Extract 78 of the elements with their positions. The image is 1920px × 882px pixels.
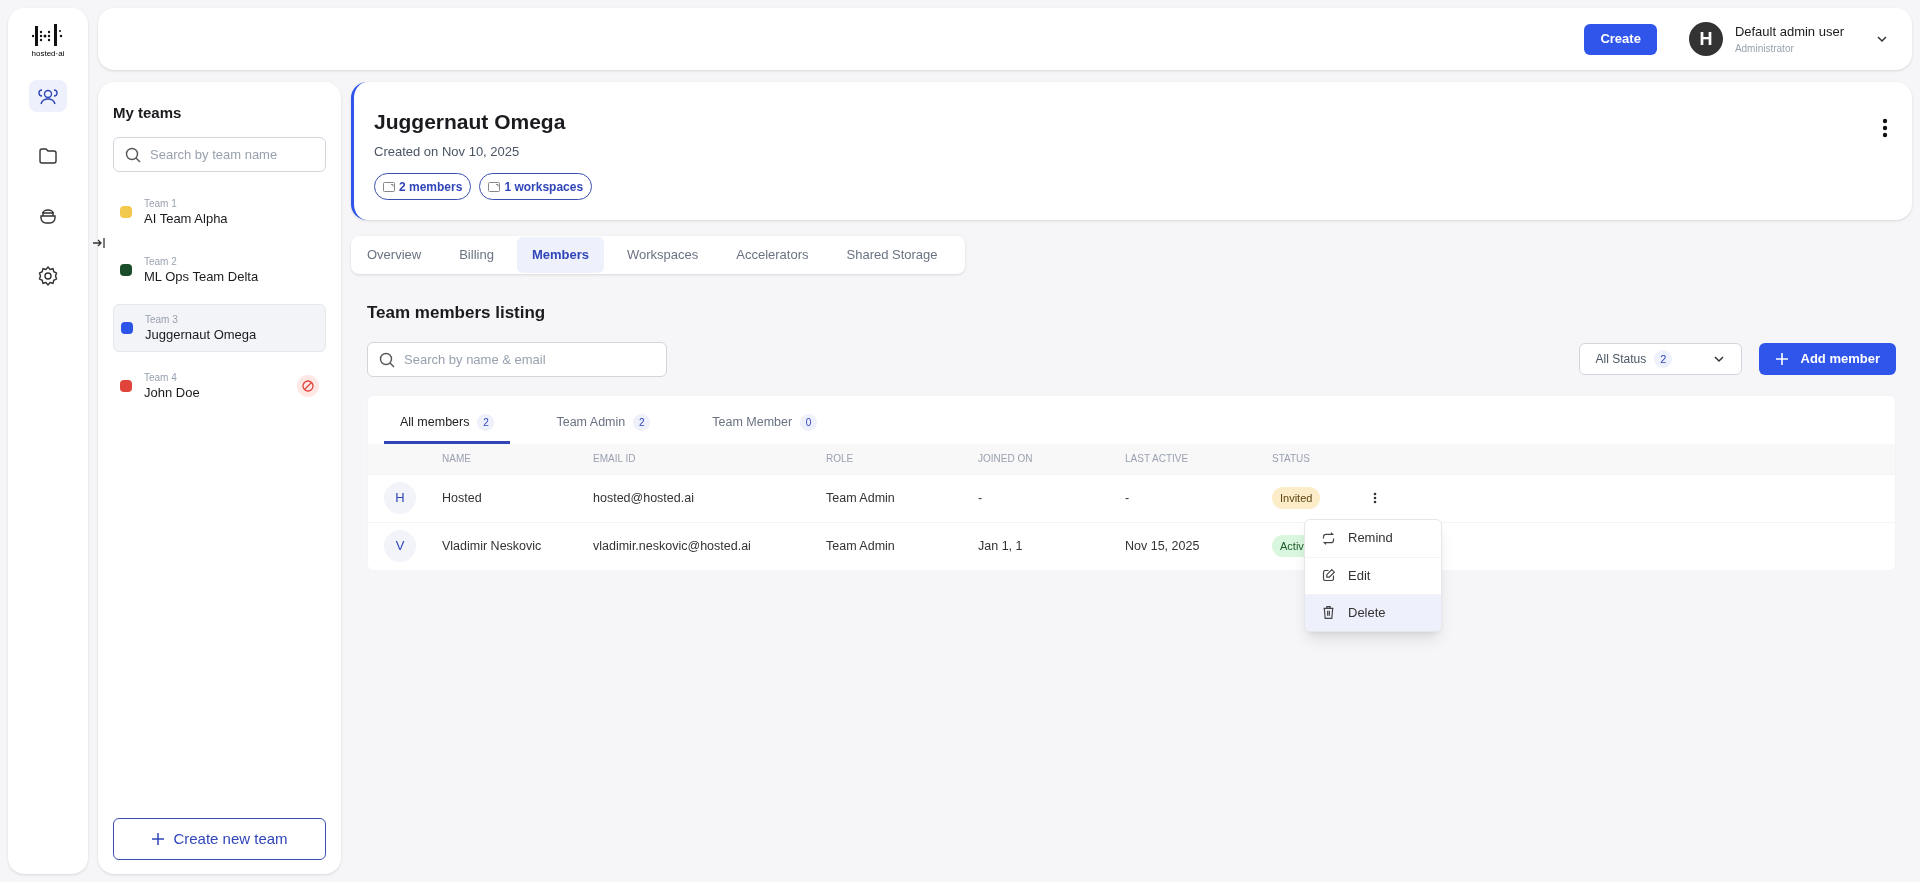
column-header: LAST ACTIVE	[1125, 452, 1190, 466]
create-team-button[interactable]: Create new team	[113, 818, 326, 860]
column-header: NAME	[442, 452, 472, 466]
count-badge: 2	[477, 413, 495, 431]
create-button[interactable]: Create	[1584, 23, 1657, 55]
column-header: EMAIL ID	[593, 452, 637, 466]
more-icon[interactable]	[1882, 118, 1888, 138]
user-role: Administrator	[1734, 42, 1795, 57]
table-cell-text: hosted@hosted.ai	[593, 489, 695, 507]
count-badge: 0	[800, 413, 818, 431]
table-cell-text: vladimir.neskovic@hosted.ai	[593, 537, 752, 555]
tab[interactable]: Workspaces	[611, 237, 714, 273]
card-icon	[383, 181, 395, 192]
table-cell-text: Team Admin	[826, 537, 896, 555]
expand-icon[interactable]	[92, 236, 108, 250]
status-badge: Invited	[1272, 486, 1321, 510]
count-badge: 2	[633, 413, 651, 431]
team-label: Team 4	[144, 370, 178, 385]
search-icon	[125, 146, 141, 163]
tab[interactable]: Shared Storage	[831, 237, 953, 273]
logo-text: hosted·ai	[31, 48, 65, 60]
section-title: Team members listing	[367, 302, 547, 324]
team-item[interactable]: Team 3 Juggernaut Omega	[113, 303, 326, 352]
column-header: JOINED ON	[978, 452, 1034, 466]
team-name: AI Team Alpha	[144, 210, 229, 228]
user-avatar: H	[1688, 22, 1723, 56]
tab[interactable]: Members	[516, 237, 604, 273]
chevron-down-icon[interactable]	[1876, 35, 1888, 43]
team-item[interactable]: Team 1 AI Team Alpha	[113, 187, 326, 236]
team-label: Team 1	[144, 196, 178, 211]
table-cell-text: Hosted	[442, 489, 483, 507]
team-name: ML Ops Team Delta	[144, 268, 260, 286]
search-field[interactable]: Search by name & email	[367, 341, 667, 377]
tab[interactable]: Billing	[444, 237, 509, 273]
created-date: Created on Nov 10, 2025	[374, 142, 521, 161]
team-item[interactable]: Team 4 John Doe	[113, 361, 326, 410]
add-member-button[interactable]: Add member	[1758, 343, 1896, 375]
more-icon[interactable]	[1373, 492, 1377, 504]
member-avatar: V	[384, 530, 416, 562]
table-cell-text: Jan 1, 1	[978, 537, 1024, 555]
trash-icon	[1321, 605, 1336, 620]
search-icon	[379, 351, 395, 368]
plus-icon	[1774, 352, 1789, 366]
team-item[interactable]: Team 2 ML Ops Team Delta	[113, 245, 326, 294]
tab[interactable]: Overview	[352, 237, 437, 273]
tab[interactable]: Accelerators	[721, 237, 824, 273]
team-name: Juggernaut Omega	[145, 326, 258, 344]
team-title: Juggernaut Omega	[374, 109, 567, 135]
chevron-down-icon	[1712, 355, 1725, 363]
edit-icon	[1321, 568, 1336, 583]
member-avatar: H	[384, 482, 416, 514]
user-name: Default admin user	[1734, 22, 1844, 41]
filter-tab[interactable]: Team Admin 2	[540, 403, 667, 444]
status-dropdown[interactable]: All Status 2	[1578, 343, 1742, 375]
panel-title: My teams	[113, 103, 183, 123]
team-name: John Doe	[144, 384, 201, 402]
nav-team-button[interactable]	[29, 80, 67, 112]
card-icon	[488, 181, 501, 192]
table-cell-text: Nov 15, 2025	[1125, 537, 1201, 555]
table-cell-text: -	[978, 489, 984, 507]
column-header: ROLE	[826, 452, 855, 466]
folder-icon	[37, 145, 59, 167]
logo-icon	[32, 24, 64, 48]
search-field[interactable]: Search by team name	[113, 136, 326, 172]
menu-item[interactable]: Edit	[1305, 556, 1441, 594]
settings-icon	[37, 265, 59, 287]
plus-icon	[151, 832, 166, 846]
table-cell-text: Team Admin	[826, 489, 896, 507]
column-header: STATUS	[1272, 452, 1311, 466]
refresh-icon	[1321, 530, 1336, 546]
team-label: Team 2	[144, 254, 178, 269]
menu-item[interactable]: Delete	[1305, 593, 1441, 631]
table-cell-text: Vladimir Neskovic	[442, 537, 543, 555]
dropdown-label: All Status	[1595, 351, 1647, 368]
filter-tab[interactable]: Team Member 0	[696, 403, 834, 444]
team-label: Team 3	[145, 312, 179, 327]
table-cell-text: -	[1125, 489, 1131, 507]
count-badge: 2	[1654, 350, 1673, 368]
